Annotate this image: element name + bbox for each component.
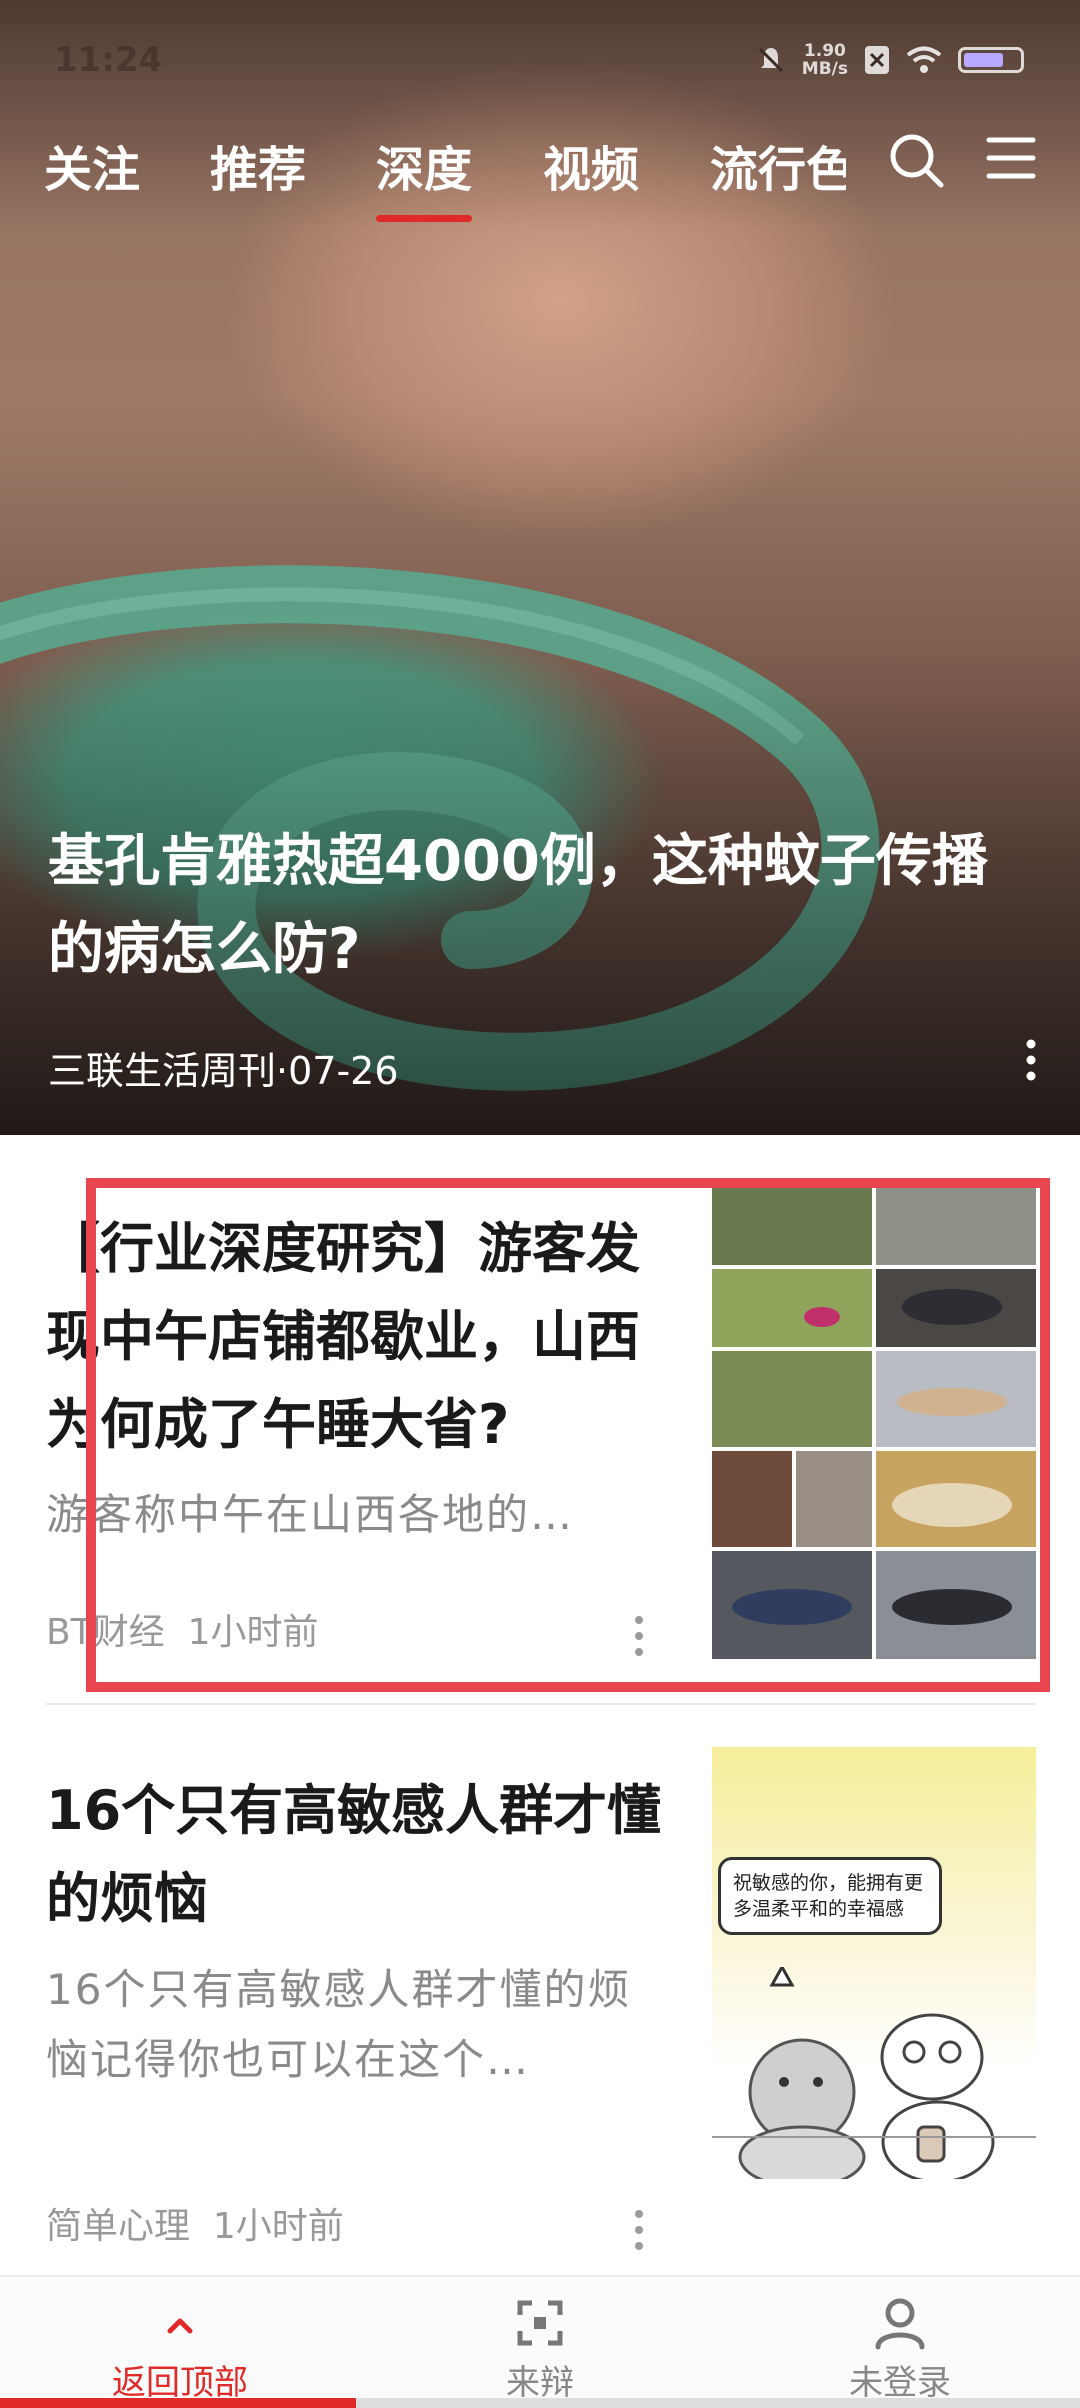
article-meta: BT财经 1小时前 (46, 1603, 319, 1655)
article-title[interactable]: 16个只有高敏感人群才懂的烦恼 (46, 1767, 686, 1943)
cartoon-illustration (712, 1967, 1036, 2179)
top-nav: 关注 推荐 深度 视频 流行色 (0, 120, 1080, 240)
more-vertical-icon[interactable] (632, 1615, 646, 1657)
speech-bubble-text: 祝敏感的你，能拥有更多温柔平和的幸福感 (733, 1872, 924, 1920)
user-icon (875, 2298, 925, 2350)
photo-collage-image (712, 1187, 1036, 1659)
tab-trending[interactable]: 流行色 (710, 130, 846, 200)
article-time: 1小时前 (187, 1612, 319, 1653)
article-summary: 16个只有高敏感人群才懂的烦恼记得你也可以在这个… (46, 1965, 632, 2084)
back-to-top-button[interactable]: 返回顶部 (0, 2277, 360, 2408)
scan-frame-icon (517, 2300, 563, 2346)
debate-label: 来辩 (506, 2363, 574, 2403)
debate-button[interactable]: 来辩 (360, 2277, 720, 2408)
login-label: 未登录 (849, 2363, 951, 2403)
status-time: 11:24 (54, 40, 163, 80)
network-speed: 1.90 MB/s (801, 41, 848, 79)
bottom-nav: 返回顶部 来辩 未登录 (0, 2275, 1080, 2408)
article-card[interactable]: 16个只有高敏感人群才懂的烦恼 16个只有高敏感人群才懂的烦恼记得你也可以在这个… (0, 1705, 1080, 2273)
more-vertical-icon[interactable] (632, 2209, 646, 2251)
speech-bubble: 祝敏感的你，能拥有更多温柔平和的幸福感 (718, 1857, 942, 1935)
hero-meta: 三联生活周刊·07-26 (48, 1049, 399, 1093)
back-to-top-label: 返回顶部 (112, 2363, 248, 2403)
more-vertical-icon[interactable] (1022, 1038, 1040, 1082)
article-time: 1小时前 (212, 2206, 344, 2247)
wifi-icon (906, 46, 942, 73)
tab-video[interactable]: 视频 (543, 130, 639, 200)
menu-icon[interactable] (986, 132, 1036, 184)
hero-date: 07-26 (288, 1049, 399, 1093)
battery-icon (958, 47, 1024, 73)
tab-follow[interactable]: 关注 (44, 130, 140, 200)
hero-source: 三联生活周刊 (48, 1049, 277, 1093)
tab-recommend[interactable]: 推荐 (210, 130, 306, 200)
article-thumbnail[interactable] (712, 1187, 1036, 1659)
sim-x-icon (865, 46, 889, 74)
chevron-up-icon (167, 2318, 193, 2334)
search-icon[interactable] (888, 132, 946, 190)
status-bar: 11:24 1.90 MB/s (0, 0, 1080, 120)
article-thumbnail[interactable]: 祝敏感的你，能拥有更多温柔平和的幸福感 (712, 1747, 1036, 2179)
article-title[interactable]: 【行业深度研究】游客发现中午店铺都歇业，山西为何成了午睡大省? (46, 1205, 686, 1469)
article-card[interactable]: 【行业深度研究】游客发现中午店铺都歇业，山西为何成了午睡大省? 游客称中午在山西… (0, 1135, 1080, 1705)
article-meta: 简单心理 1小时前 (46, 2197, 344, 2249)
mute-bell-icon (758, 47, 783, 73)
hero-banner[interactable]: 11:24 1.90 MB/s 关注 推荐 深度 视频 流行色 基孔肯雅热超40… (0, 0, 1080, 1135)
login-button[interactable]: 未登录 (720, 2277, 1080, 2408)
article-source: 简单心理 (46, 2206, 191, 2247)
article-source: BT财经 (46, 1612, 165, 1653)
tab-depth[interactable]: 深度 (376, 130, 473, 222)
scroll-progress (0, 2398, 1080, 2408)
hero-title[interactable]: 基孔肯雅热超4000例，这种蚊子传播的病怎么防? (48, 818, 1028, 994)
article-summary: 游客称中午在山西各地的… (46, 1490, 575, 1539)
